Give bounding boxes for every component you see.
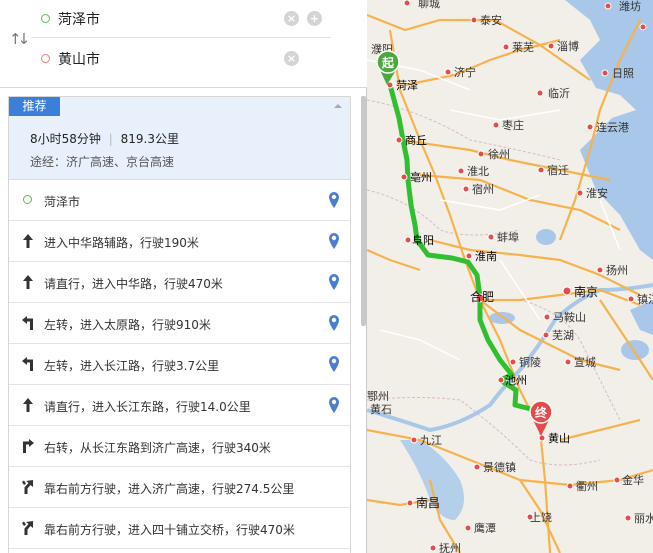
route-result: 推荐 8小时58分钟 | 819.3公里 途经：济广高速、京台高速 菏泽市进入中… xyxy=(8,96,351,553)
city-label-jinhua: 金华 xyxy=(622,473,644,487)
start-input-row[interactable]: 菏泽市 × + xyxy=(31,0,331,38)
city-label-ezhou: 鄂州 xyxy=(367,390,389,403)
city-label-shangrao: 上饶 xyxy=(530,511,552,524)
collapse-icon[interactable] xyxy=(334,104,342,108)
route-time: 8小时58分钟 xyxy=(30,132,101,146)
clear-start-icon[interactable]: × xyxy=(284,11,299,26)
city-label-huangshi: 黄石 xyxy=(370,402,392,416)
city-label-bozhou: 亳州 xyxy=(410,170,432,184)
route-step-text: 请直行，进入中华路，行驶470米 xyxy=(44,277,223,291)
add-waypoint-icon[interactable]: + xyxy=(307,11,322,26)
city-label-weifang: 潍坊 xyxy=(619,0,641,13)
start-input[interactable]: 菏泽市 xyxy=(58,9,100,29)
route-step-text: 左转，进入长江路，行驶3.7公里 xyxy=(44,359,220,373)
route-step-text: 请直行，进入长江东路，行驶14.0公里 xyxy=(44,400,251,414)
route-distance: 819.3公里 xyxy=(120,132,179,146)
locate-pin-icon[interactable] xyxy=(328,396,340,414)
route-step-text: 进入中华路辅路，行驶190米 xyxy=(44,236,199,250)
route-step[interactable]: 请直行，进入中华路，行驶470米 xyxy=(9,262,350,303)
city-label-huainan: 淮南 xyxy=(475,250,497,263)
city-label-fuyang: 阜阳 xyxy=(412,234,434,247)
city-label-fuzhou: 抚州 xyxy=(439,541,461,553)
route-panel: ↑↓ 菏泽市 × + 黄山市 × 推荐 8小时58分钟 | 819.3公里 途经… xyxy=(0,0,367,553)
end-input[interactable]: 黄山市 xyxy=(58,49,100,69)
route-step-text: 菏泽市 xyxy=(44,195,81,209)
scrollbar[interactable] xyxy=(360,96,367,326)
city-label-yingtan: 鹰潭 xyxy=(474,521,496,535)
route-step[interactable]: 右转，从长江东路到济广高速，行驶340米 xyxy=(9,426,350,467)
city-label-heze: 菏泽 xyxy=(396,79,418,92)
recommend-tag: 推荐 xyxy=(9,97,60,116)
locate-pin-icon[interactable] xyxy=(328,355,340,373)
city-label-zaozhuang: 枣庄 xyxy=(502,118,524,132)
route-step-text: 靠右前方行驶，进入四十铺立交桥，行驶470米 xyxy=(44,523,295,537)
locate-pin-icon[interactable] xyxy=(328,191,340,209)
city-label-chizhou: 池州 xyxy=(505,374,527,387)
locate-pin-icon[interactable] xyxy=(328,232,340,250)
city-label-nanchang: 南昌 xyxy=(416,495,440,510)
route-steps: 菏泽市进入中华路辅路，行驶190米请直行，进入中华路，行驶470米 左转，进入太原… xyxy=(9,180,350,549)
clear-end-icon[interactable]: × xyxy=(284,51,299,66)
city-label-jingdezhen: 景德镇 xyxy=(483,460,516,474)
city-label-quzhou: 衢州 xyxy=(576,480,598,493)
city-label-huangshan: 黄山 xyxy=(548,431,570,445)
city-label-liaocheng: 聊城 xyxy=(418,0,440,10)
route-step-text: 左转，进入太原路，行驶910米 xyxy=(44,318,211,332)
city-label-laiwu: 莱芜 xyxy=(512,40,534,54)
city-label-linyi: 临沂 xyxy=(548,86,570,100)
city-label-nanjing: 南京 xyxy=(574,284,598,299)
city-label-shangqiu: 商丘 xyxy=(405,133,427,147)
route-via: 途经：济广高速、京台高速 xyxy=(30,155,175,169)
route-step[interactable]: 靠右前方行驶，进入四十铺立交桥，行驶470米 xyxy=(9,508,350,549)
separator: | xyxy=(108,132,113,146)
route-step[interactable]: 进入中华路辅路，行驶190米 xyxy=(9,221,350,262)
locate-pin-icon[interactable] xyxy=(328,314,340,332)
taihu-lake xyxy=(621,340,649,360)
end-dot-icon xyxy=(41,54,50,63)
city-label-wuhu: 芜湖 xyxy=(552,328,574,342)
route-step[interactable]: 靠右前方行驶，进入济广高速，行驶274.5公里 xyxy=(9,467,350,508)
city-label-jiujiang: 九江 xyxy=(420,434,442,447)
city-label-lianyungang: 连云港 xyxy=(596,121,629,134)
city-label-jining: 济宁 xyxy=(454,65,476,79)
start-dot-icon xyxy=(41,14,50,23)
city-label-lishui: 丽水 xyxy=(634,512,653,525)
city-label-rizhao: 日照 xyxy=(612,67,634,80)
city-label-bengbu: 蚌埠 xyxy=(497,230,519,244)
route-time-distance: 8小时58分钟 | 819.3公里 xyxy=(30,130,179,147)
city-label-suzhou: 宿州 xyxy=(472,182,494,196)
city-label-yangzhou: 扬州 xyxy=(606,263,628,277)
route-step[interactable]: 左转，进入太原路，行驶910米 xyxy=(9,303,350,344)
start-dot-icon xyxy=(23,195,32,204)
city-label-suqian: 宿迁 xyxy=(547,163,569,177)
city-label-huaibei: 淮北 xyxy=(467,165,489,178)
city-label-hefei: 合肥 xyxy=(470,289,494,304)
city-label-huaian: 淮安 xyxy=(586,186,608,200)
city-label-maanshan: 马鞍山 xyxy=(553,310,586,324)
start-marker-label: 起 xyxy=(381,55,395,70)
city-label-taian: 泰安 xyxy=(480,13,502,27)
route-step[interactable]: 请直行，进入长江东路，行驶14.0公里 xyxy=(9,385,350,426)
city-label-xuancheng: 宣城 xyxy=(574,355,596,369)
city-label-zibo: 淄博 xyxy=(557,40,579,53)
route-summary[interactable]: 推荐 8小时58分钟 | 819.3公里 途经：济广高速、京台高速 xyxy=(9,97,350,180)
end-marker-label: 终 xyxy=(535,405,548,420)
route-search-box: ↑↓ 菏泽市 × + 黄山市 × xyxy=(0,0,367,88)
city-label-xuzhou: 徐州 xyxy=(488,147,510,161)
route-step-text: 靠右前方行驶，进入济广高速，行驶274.5公里 xyxy=(44,482,295,496)
city-label-zhenjiang: 镇江 xyxy=(637,292,653,306)
locate-pin-icon[interactable] xyxy=(328,273,340,291)
city-label-tongling: 铜陵 xyxy=(519,355,541,369)
swap-icon[interactable]: ↑↓ xyxy=(9,30,30,48)
scrollbar-thumb[interactable] xyxy=(361,96,366,326)
hongze-lake xyxy=(536,229,556,245)
route-step-text: 右转，从长江东路到济广高速，行驶340米 xyxy=(44,441,271,455)
route-step[interactable]: 菏泽市 xyxy=(9,180,350,221)
route-step[interactable]: 左转，进入长江路，行驶3.7公里 xyxy=(9,344,350,385)
end-input-row[interactable]: 黄山市 × xyxy=(31,40,331,78)
